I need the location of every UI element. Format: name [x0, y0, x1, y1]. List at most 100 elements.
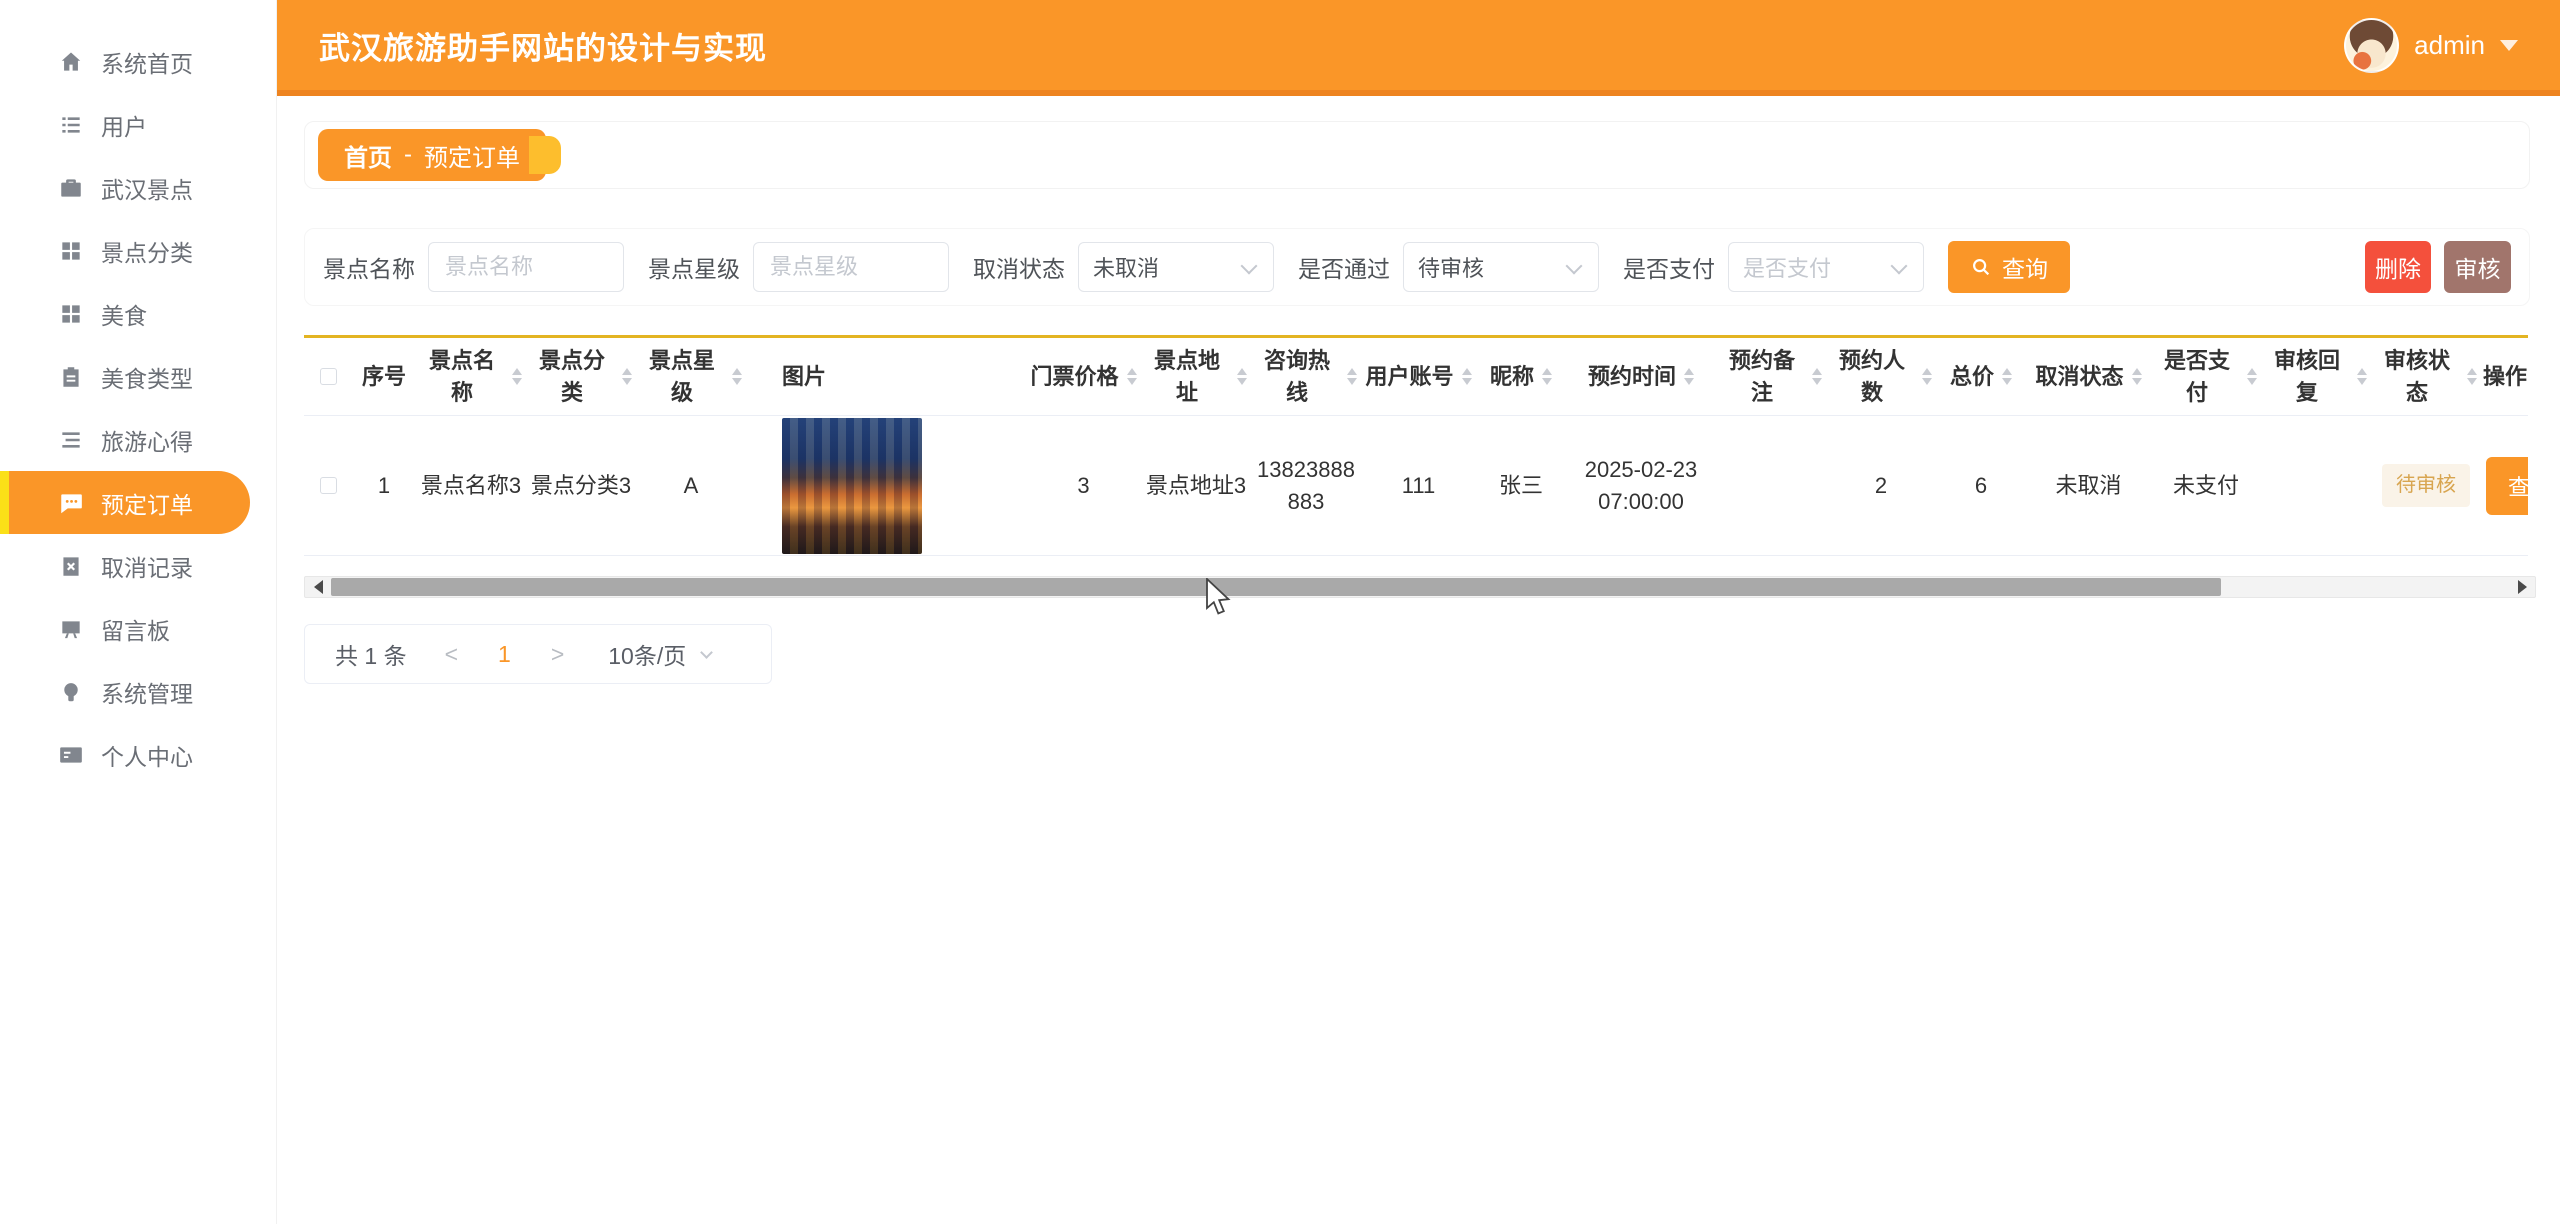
sort-icon[interactable]: [1237, 368, 1247, 385]
col-ticket-price[interactable]: 门票价格: [1026, 361, 1141, 393]
col-reserve-note[interactable]: 预约备注: [1716, 345, 1826, 409]
home-icon: [58, 49, 84, 75]
cell-cancel-status: 未取消: [2026, 470, 2151, 502]
current-page[interactable]: 1: [498, 641, 511, 668]
sort-icon[interactable]: [2467, 368, 2477, 385]
sidebar-item-food-type[interactable]: 美食类型: [0, 345, 276, 408]
sort-icon[interactable]: [2357, 368, 2367, 385]
sort-icon[interactable]: [622, 368, 632, 385]
col-review-reply[interactable]: 审核回复: [2261, 345, 2371, 409]
delete-button[interactable]: 删除: [2365, 241, 2431, 293]
breadcrumb-home[interactable]: 首页: [344, 138, 392, 173]
cell-pay-status: 未支付: [2151, 470, 2261, 502]
sort-icon[interactable]: [1127, 368, 1137, 385]
sidebar-item-message-board[interactable]: 留言板: [0, 597, 276, 660]
sort-icon[interactable]: [2247, 368, 2257, 385]
sidebar-item-users[interactable]: 用户: [0, 93, 276, 156]
sidebar-item-scenic[interactable]: 武汉景点: [0, 156, 276, 219]
row-checkbox[interactable]: [320, 477, 337, 494]
sort-icon[interactable]: [1922, 368, 1932, 385]
board-icon: [58, 616, 84, 642]
select-all-checkbox[interactable]: [320, 368, 337, 385]
table-row: 1 景点名称3 景点分类3 A 3 景点地址3 13823888883 111 …: [304, 416, 2528, 556]
chevron-down-icon: [2500, 40, 2518, 51]
col-review-status[interactable]: 审核状态: [2371, 345, 2481, 409]
paid-select[interactable]: 是否支付: [1728, 242, 1924, 292]
sidebar-item-travel-notes[interactable]: 旅游心得: [0, 408, 276, 471]
select-value: 未取消: [1093, 251, 1159, 283]
sidebar-item-scenic-category[interactable]: 景点分类: [0, 219, 276, 282]
sidebar-item-label: 美食: [101, 297, 147, 331]
prev-page-button[interactable]: <: [445, 641, 458, 668]
col-scenic-name[interactable]: 景点名称: [416, 345, 526, 409]
audit-button[interactable]: 审核: [2444, 241, 2511, 293]
sidebar-item-label: 景点分类: [101, 234, 193, 268]
select-value: 待审核: [1418, 251, 1484, 283]
next-page-button[interactable]: >: [551, 641, 564, 668]
sidebar-item-label: 取消记录: [101, 549, 193, 583]
cell-reserve-count: 2: [1826, 470, 1936, 502]
filter-label: 景点星级: [648, 250, 740, 284]
filter-scenic-star: 景点星级: [648, 242, 949, 292]
sidebar-item-label: 系统首页: [101, 45, 193, 79]
sort-icon[interactable]: [2132, 368, 2142, 385]
filter-label: 取消状态: [973, 250, 1065, 284]
page-size-select[interactable]: 10条/页: [608, 637, 711, 671]
page-title: 武汉旅游助手网站的设计与实现: [319, 23, 767, 68]
sidebar-item-label: 用户: [101, 108, 147, 142]
chevron-down-icon: [700, 646, 713, 659]
filter-paid: 是否支付 是否支付: [1623, 242, 1924, 292]
sort-icon[interactable]: [1347, 368, 1357, 385]
sidebar-item-profile[interactable]: 个人中心: [0, 723, 276, 786]
view-button[interactable]: 查看: [2486, 457, 2528, 515]
approved-select[interactable]: 待审核: [1403, 242, 1599, 292]
chat-icon: [58, 490, 84, 516]
search-button[interactable]: 查询: [1948, 241, 2070, 293]
sidebar-item-food[interactable]: 美食: [0, 282, 276, 345]
col-scenic-star[interactable]: 景点星级: [636, 345, 746, 409]
sort-icon[interactable]: [1542, 368, 1552, 385]
col-cancel-status[interactable]: 取消状态: [2026, 361, 2151, 393]
sidebar-item-home[interactable]: 系统首页: [0, 30, 276, 93]
scrollbar-track[interactable]: [331, 577, 2509, 597]
col-reserve-time[interactable]: 预约时间: [1566, 361, 1716, 393]
bulk-actions: 删除 审核: [2365, 241, 2511, 293]
col-hotline[interactable]: 咨询热线: [1251, 345, 1361, 409]
list-icon: [58, 112, 84, 138]
sidebar-item-orders[interactable]: 预定订单: [0, 471, 250, 534]
sidebar-item-cancel-records[interactable]: 取消记录: [0, 534, 276, 597]
scenic-photo[interactable]: [782, 418, 922, 554]
scenic-name-input[interactable]: [428, 242, 624, 292]
cancel-status-select[interactable]: 未取消: [1078, 242, 1274, 292]
grid-icon: [58, 238, 84, 264]
sort-icon[interactable]: [1462, 368, 1472, 385]
user-menu[interactable]: admin: [2344, 18, 2518, 73]
search-icon: [1970, 256, 1992, 278]
col-scenic-category[interactable]: 景点分类: [526, 345, 636, 409]
cell-scenic-category: 景点分类3: [526, 470, 636, 502]
scenic-star-input[interactable]: [753, 242, 949, 292]
sort-icon[interactable]: [2002, 368, 2012, 385]
sort-icon[interactable]: [1812, 368, 1822, 385]
sort-icon[interactable]: [732, 368, 742, 385]
sidebar-item-system[interactable]: 系统管理: [0, 660, 276, 723]
col-account[interactable]: 用户账号: [1361, 361, 1476, 393]
scroll-left-arrow-icon[interactable]: [305, 577, 331, 597]
breadcrumb-separator: -: [404, 141, 412, 169]
filter-cancel-status: 取消状态 未取消: [973, 242, 1274, 292]
cell-hotline: 13823888883: [1251, 454, 1361, 518]
scrollbar-thumb[interactable]: [331, 578, 2221, 596]
col-reserve-count[interactable]: 预约人数: [1826, 345, 1936, 409]
card-icon: [58, 742, 84, 768]
cell-scenic-star: A: [636, 470, 746, 502]
col-pay-status[interactable]: 是否支付: [2151, 345, 2261, 409]
sort-icon[interactable]: [1684, 368, 1694, 385]
select-placeholder: 是否支付: [1743, 251, 1831, 283]
col-nickname[interactable]: 昵称: [1476, 361, 1566, 393]
page-size-value: 10条/页: [608, 637, 686, 671]
col-total-price[interactable]: 总价: [1936, 361, 2026, 393]
col-address[interactable]: 景点地址: [1141, 345, 1251, 409]
sort-icon[interactable]: [512, 368, 522, 385]
scroll-right-arrow-icon[interactable]: [2509, 577, 2535, 597]
horizontal-scrollbar[interactable]: [304, 576, 2536, 598]
